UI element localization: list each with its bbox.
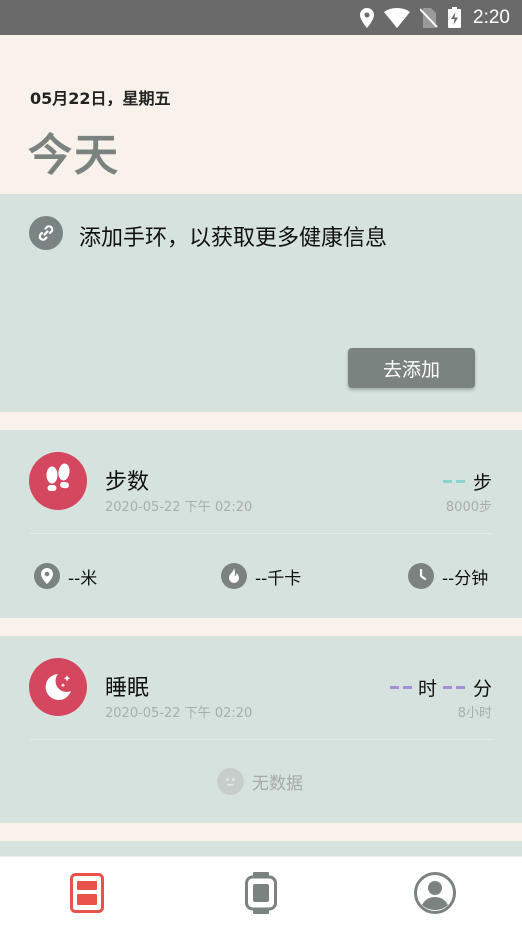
- date-label: 05月22日，星期五: [30, 89, 171, 108]
- flame-icon: [221, 563, 247, 589]
- distance-value: --米: [68, 568, 98, 589]
- link-icon: [29, 216, 63, 250]
- battery-charging-icon: [448, 7, 462, 28]
- profile-icon: [414, 872, 456, 914]
- steps-goal: 8000步: [445, 500, 492, 515]
- steps-card[interactable]: 步数 2020-05-22 下午 02:20 步 8000步 --米 --千卡 …: [0, 430, 522, 618]
- health-icon: [70, 873, 104, 913]
- neutral-face-icon: [217, 768, 244, 795]
- status-time: 2:20: [473, 6, 510, 28]
- watch-icon: [245, 872, 277, 914]
- status-bar: 2:20: [0, 0, 522, 35]
- moon-icon: [29, 658, 87, 716]
- sleep-timestamp: 2020-05-22 下午 02:20: [105, 706, 253, 721]
- no-data-indicator: 无数据: [217, 768, 303, 795]
- header: 05月22日，星期五 今天: [0, 35, 522, 194]
- nav-health-tab[interactable]: [65, 871, 109, 915]
- nav-device-tab[interactable]: [239, 871, 283, 915]
- footprints-icon: [29, 452, 87, 510]
- calories-metric: --千卡: [221, 563, 301, 589]
- add-device-button[interactable]: 去添加: [348, 348, 475, 388]
- no-data-label: 无数据: [252, 774, 303, 794]
- wifi-icon: [384, 7, 411, 28]
- add-band-card: 添加手环，以获取更多健康信息 去添加: [0, 194, 522, 412]
- bottom-nav: [0, 856, 522, 928]
- duration-value: --分钟: [442, 568, 489, 589]
- location-icon: [34, 563, 60, 589]
- steps-title: 步数: [105, 470, 150, 495]
- sleep-card[interactable]: 睡眠 2020-05-22 下午 02:20 时 分 8小时 无数据: [0, 636, 522, 823]
- steps-unit: 步: [472, 472, 492, 494]
- distance-metric: --米: [34, 563, 97, 589]
- divider: [30, 739, 492, 740]
- nav-profile-tab[interactable]: [413, 871, 457, 915]
- add-band-message: 添加手环，以获取更多健康信息: [79, 226, 388, 251]
- location-pin-icon: [360, 7, 375, 28]
- duration-metric: --分钟: [408, 563, 488, 589]
- sleep-title: 睡眠: [105, 676, 150, 701]
- sleep-hour-unit: 时: [417, 678, 437, 700]
- clock-icon: [408, 563, 434, 589]
- page-title: 今天: [28, 130, 120, 181]
- divider: [30, 533, 492, 534]
- sleep-goal: 8小时: [457, 706, 492, 721]
- no-sim-icon: [420, 7, 438, 28]
- steps-timestamp: 2020-05-22 下午 02:20: [105, 500, 253, 515]
- steps-value: 步: [441, 468, 492, 495]
- sleep-value: 时 分: [388, 674, 492, 701]
- calories-value: --千卡: [255, 568, 302, 589]
- sleep-minute-unit: 分: [472, 678, 492, 700]
